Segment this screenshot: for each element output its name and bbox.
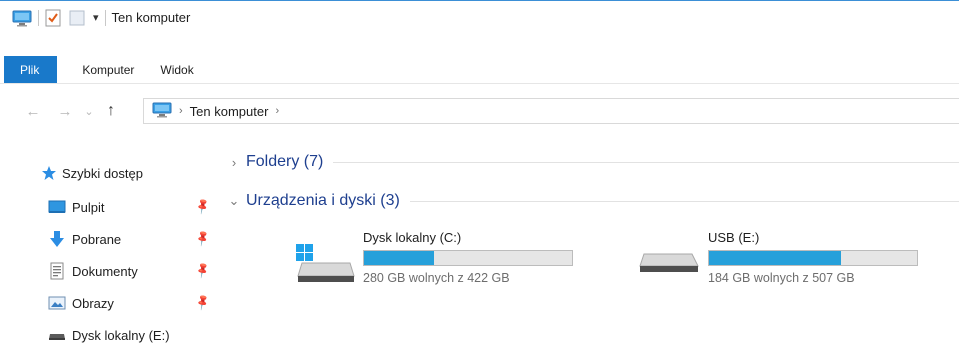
tab-computer[interactable]: Komputer — [69, 56, 147, 83]
drive-usage-bar — [708, 250, 918, 266]
back-arrow-icon: ← — [25, 102, 41, 120]
forward-button[interactable]: → — [54, 100, 76, 122]
window-title: Ten komputer — [111, 10, 191, 25]
forward-arrow-icon: → — [57, 102, 73, 120]
group-folders[interactable]: › Foldery (7) — [227, 150, 959, 174]
properties-icon[interactable] — [45, 8, 61, 28]
drive-usage-fill — [364, 251, 435, 265]
sidebar-item-label: Dokumenty — [72, 263, 138, 279]
navigation-pane: Szybki dostęp Pulpit 📌 Pobrane 📌 Dokumen… — [0, 150, 220, 351]
desktop-icon — [48, 198, 66, 216]
customize-dropdown-icon[interactable]: ▾ — [93, 8, 99, 28]
tab-view[interactable]: Widok — [147, 56, 206, 83]
divider — [333, 161, 959, 163]
recent-locations-button[interactable]: ⌄ — [78, 100, 100, 122]
drive-item-e[interactable]: USB (E:) 184 GB wolnych z 507 GB — [636, 228, 936, 288]
sidebar-item-local-disk-e[interactable]: Dysk lokalny (E:) — [0, 324, 220, 346]
back-button[interactable]: ← — [22, 100, 44, 122]
group-title: Urządzenia i dyski (3) — [246, 192, 400, 209]
tab-file[interactable]: Plik — [4, 56, 58, 83]
sidebar-item-label: Obrazy — [72, 295, 114, 311]
group-devices-and-drives[interactable]: ⌄ Urządzenia i dyski (3) — [227, 189, 959, 213]
chevron-down-icon: ⌄ — [84, 105, 94, 118]
drive-free-space: 184 GB wolnych z 507 GB — [708, 271, 855, 285]
chevron-down-icon[interactable]: ⌄ — [227, 193, 241, 209]
drive-usage-bar — [363, 250, 573, 266]
pictures-icon — [48, 294, 66, 312]
new-folder-icon[interactable] — [69, 8, 85, 28]
sidebar-item-quick-access[interactable]: Szybki dostęp — [0, 162, 220, 184]
sidebar-item-documents[interactable]: Dokumenty 📌 — [0, 260, 220, 282]
sidebar-item-label: Pulpit — [72, 199, 105, 215]
computer-icon[interactable] — [12, 8, 32, 28]
drive-usage-fill — [709, 251, 842, 265]
download-icon — [48, 230, 66, 248]
group-title: Foldery (7) — [246, 153, 324, 170]
pin-icon[interactable]: 📌 — [194, 229, 212, 248]
sidebar-item-downloads[interactable]: Pobrane 📌 — [0, 228, 220, 250]
drive-free-space: 280 GB wolnych z 422 GB — [363, 271, 510, 285]
divider — [409, 200, 959, 202]
computer-icon — [152, 102, 172, 121]
title-bar: ▾ Ten komputer — [0, 0, 959, 34]
drive-name: USB (E:) — [708, 230, 760, 245]
breadcrumb-chevron-icon[interactable]: › — [179, 105, 183, 117]
windows-drive-icon — [290, 236, 356, 291]
star-icon — [40, 164, 58, 182]
breadcrumb-location[interactable]: Ten komputer — [190, 104, 269, 119]
sidebar-item-label: Szybki dostęp — [62, 165, 143, 181]
drive-icon — [636, 240, 702, 283]
sidebar-item-pictures[interactable]: Obrazy 📌 — [0, 292, 220, 314]
breadcrumb-chevron-icon[interactable]: › — [275, 105, 279, 117]
drive-item-c[interactable]: Dysk lokalny (C:) 280 GB wolnych z 422 G… — [290, 228, 590, 288]
up-button[interactable]: ↑ — [100, 100, 122, 122]
chevron-right-icon[interactable]: › — [227, 155, 241, 170]
sidebar-item-desktop[interactable]: Pulpit 📌 — [0, 196, 220, 218]
drive-icon — [48, 326, 66, 344]
document-icon — [48, 262, 66, 280]
address-bar[interactable]: › Ten komputer › — [143, 98, 959, 124]
pin-icon[interactable]: 📌 — [194, 261, 212, 280]
pin-icon[interactable]: 📌 — [194, 197, 212, 216]
drive-name: Dysk lokalny (C:) — [363, 230, 462, 245]
sidebar-item-label: Dysk lokalny (E:) — [72, 327, 170, 343]
up-arrow-icon: ↑ — [107, 102, 115, 119]
ribbon-tabs: Plik Komputer Widok — [0, 56, 959, 84]
pin-icon[interactable]: 📌 — [194, 293, 212, 312]
separator — [38, 9, 39, 26]
sidebar-item-label: Pobrane — [72, 231, 122, 247]
separator — [104, 9, 106, 26]
navigation-bar: ← → ⌄ ↑ › Ten komputer › — [0, 98, 959, 124]
